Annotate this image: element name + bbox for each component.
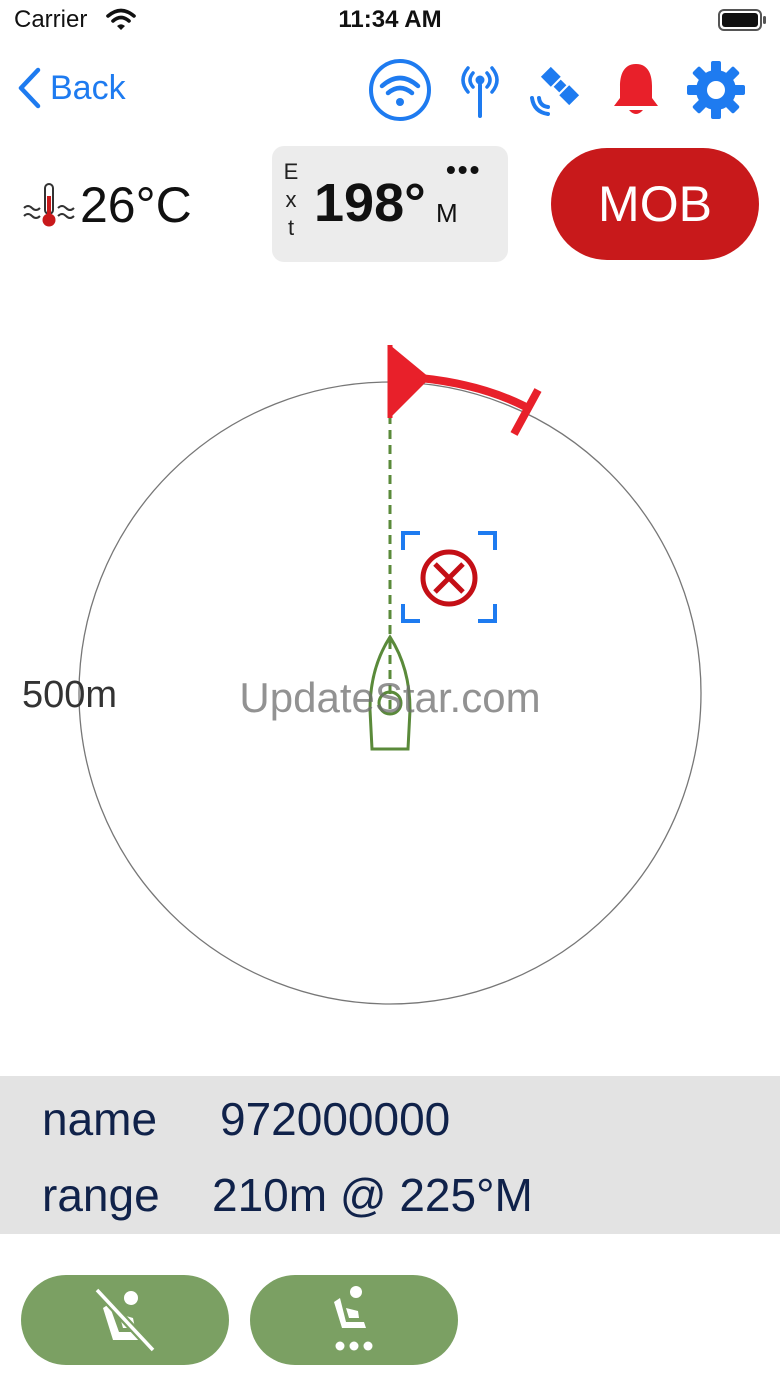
temperature-value: 26°C — [80, 177, 192, 233]
range-value: 210m @ 225°M — [212, 1169, 533, 1221]
seat-options-button[interactable] — [250, 1275, 458, 1365]
heading-source-letter: t — [287, 215, 295, 240]
heading-unit: M — [436, 198, 458, 228]
target-x-icon — [420, 549, 478, 607]
back-button[interactable]: Back — [16, 64, 126, 112]
target-selection[interactable] — [401, 531, 497, 623]
back-label: Back — [50, 68, 126, 107]
antenna-icon[interactable] — [448, 58, 512, 122]
heading-source-letter: x — [285, 187, 297, 212]
mob-button[interactable]: MOB — [551, 148, 759, 260]
water-thermometer-icon — [23, 183, 75, 227]
name-label: name — [42, 1093, 158, 1145]
chevron-left-icon — [18, 67, 41, 109]
more-icon[interactable]: ••• — [446, 154, 481, 186]
heading-display[interactable]: E x t ••• 198° M — [272, 146, 508, 262]
seat-more-icon — [334, 1286, 373, 1351]
heading-source: E x t — [282, 158, 300, 242]
heading-source-letter: E — [283, 159, 299, 184]
watermark: UpdateStar.com — [239, 674, 541, 721]
satellite-icon[interactable] — [524, 58, 588, 122]
name-value: 972000000 — [220, 1093, 451, 1145]
temperature-display: 26°C — [22, 172, 192, 238]
seat-disabled-icon — [94, 1287, 156, 1353]
hide-seat-button[interactable] — [21, 1275, 229, 1365]
battery-icon — [718, 8, 768, 37]
heading-value: 198° — [314, 173, 426, 233]
range-label: range — [42, 1169, 160, 1221]
heading-flag-icon — [387, 345, 542, 436]
status-time: 11:34 AM — [338, 6, 442, 33]
target-info-panel: name 972000000 range 210m @ 225°M — [0, 1076, 780, 1234]
wifi-circle-icon[interactable] — [368, 58, 432, 122]
gear-icon[interactable] — [684, 58, 748, 122]
bell-icon[interactable] — [604, 58, 668, 122]
